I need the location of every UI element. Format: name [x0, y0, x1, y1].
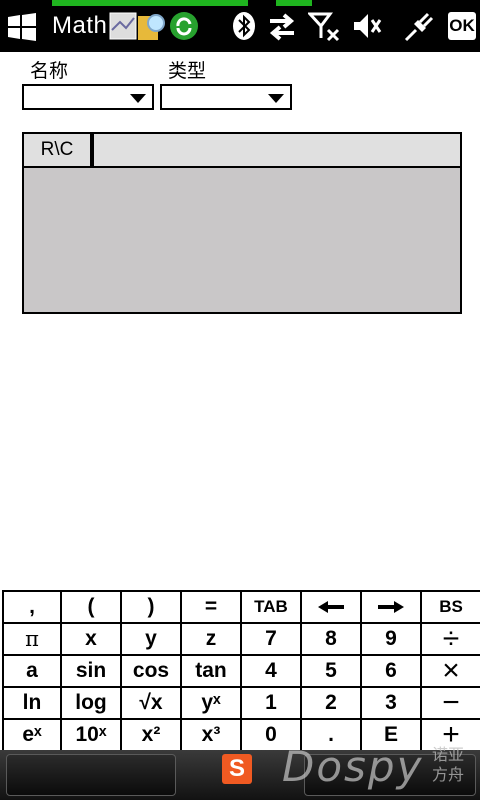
key-left-arrow[interactable]: [302, 592, 362, 624]
minus-icon: −: [442, 686, 460, 719]
name-label: 名称: [30, 61, 69, 82]
arrow-left-icon: [318, 601, 344, 613]
key-5[interactable]: 5: [302, 656, 362, 688]
multiply-icon: ×: [442, 654, 460, 687]
key-sin[interactable]: sin: [62, 656, 122, 688]
key-8[interactable]: 8: [302, 624, 362, 656]
input-method-icon[interactable]: S: [222, 754, 252, 784]
power-plug-icon[interactable]: [402, 10, 434, 42]
key-9[interactable]: 9: [362, 624, 422, 656]
grid-corner-header[interactable]: R\C: [24, 134, 94, 166]
key-3[interactable]: 3: [362, 688, 422, 720]
key-ln[interactable]: ln: [2, 688, 62, 720]
data-transfer-icon[interactable]: [266, 10, 298, 42]
key-7[interactable]: 7: [242, 624, 302, 656]
left-softkey[interactable]: [6, 754, 176, 796]
progress-bar-secondary: [276, 0, 312, 6]
name-dropdown[interactable]: [22, 84, 154, 110]
key-tab[interactable]: TAB: [242, 592, 302, 624]
dropdown-arrow-icon: [268, 94, 284, 103]
key-pi[interactable]: π: [2, 624, 62, 656]
watermark-text: Dospy: [282, 742, 424, 791]
key-cube[interactable]: x³: [182, 720, 242, 752]
watermark-subtext: 诺亚方舟: [432, 747, 465, 784]
key-y[interactable]: y: [122, 624, 182, 656]
key-multiply[interactable]: ×: [422, 656, 480, 688]
key-tan[interactable]: tan: [182, 656, 242, 688]
key-2[interactable]: 2: [302, 688, 362, 720]
sync-icon[interactable]: [168, 10, 200, 42]
key-4[interactable]: 4: [242, 656, 302, 688]
grid-header: R\C: [24, 134, 460, 168]
key-log[interactable]: log: [62, 688, 122, 720]
key-1[interactable]: 1: [242, 688, 302, 720]
key-ten-power[interactable]: 10ˣ: [62, 720, 122, 752]
math-keyboard: , ( ) = TAB BS π x y z 7 8 9 ÷ a sin cos…: [2, 590, 480, 752]
key-cos[interactable]: cos: [122, 656, 182, 688]
divide-icon: ÷: [442, 622, 460, 655]
key-exp[interactable]: eˣ: [2, 720, 62, 752]
data-grid[interactable]: R\C: [22, 132, 462, 314]
key-x[interactable]: x: [62, 624, 122, 656]
key-6[interactable]: 6: [362, 656, 422, 688]
progress-bar: [52, 0, 248, 6]
search-icon[interactable]: [136, 10, 168, 42]
key-divide[interactable]: ÷: [422, 624, 480, 656]
key-square[interactable]: x²: [122, 720, 182, 752]
type-label: 类型: [168, 61, 207, 82]
dropdown-arrow-icon: [130, 94, 146, 103]
key-minus[interactable]: −: [422, 688, 480, 720]
key-a[interactable]: a: [2, 656, 62, 688]
ok-button[interactable]: OK: [448, 12, 476, 40]
arrow-right-icon: [378, 601, 404, 613]
key-open-paren[interactable]: (: [62, 592, 122, 624]
volume-muted-icon[interactable]: [350, 10, 382, 42]
bluetooth-icon[interactable]: [228, 10, 260, 42]
key-close-paren[interactable]: ): [122, 592, 182, 624]
key-right-arrow[interactable]: [362, 592, 422, 624]
key-comma[interactable]: ,: [2, 592, 62, 624]
type-dropdown[interactable]: [160, 84, 292, 110]
key-z[interactable]: z: [182, 624, 242, 656]
key-equals[interactable]: =: [182, 592, 242, 624]
key-backspace[interactable]: BS: [422, 592, 480, 624]
key-sqrt[interactable]: √x: [122, 688, 182, 720]
app-title[interactable]: Math: [52, 12, 107, 40]
key-power[interactable]: yˣ: [182, 688, 242, 720]
signal-off-icon[interactable]: [308, 10, 340, 42]
status-bar: Math OK: [0, 0, 480, 52]
windows-start-icon[interactable]: [6, 12, 38, 42]
